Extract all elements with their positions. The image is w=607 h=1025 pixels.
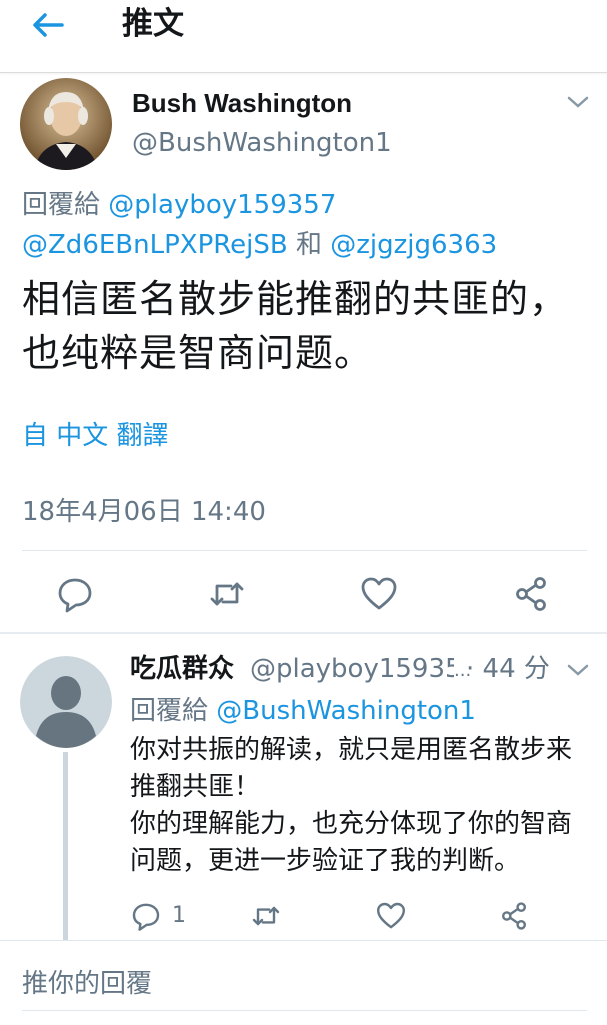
page-title: 推文 <box>122 6 184 42</box>
reply-count: 1 <box>172 903 186 928</box>
author-name[interactable]: Bush Washington <box>132 86 352 120</box>
reply-and: 和 <box>295 230 322 260</box>
divider <box>22 1010 587 1011</box>
retweet-icon[interactable] <box>207 574 247 614</box>
avatar[interactable] <box>20 78 112 170</box>
reply-label: 回覆給 <box>22 190 101 220</box>
chevron-down-icon[interactable] <box>566 92 590 112</box>
tweet-text-line: 你对共振的解读，就只是用匿名散步来推翻共匪！ <box>130 735 573 802</box>
heart-icon[interactable] <box>375 900 407 932</box>
mention-link[interactable]: @playboy159357 <box>108 190 336 220</box>
tweet-text: 相信匿名散步能推翻的共匪的，也纯粹是智商问题。 <box>22 277 569 375</box>
reply-icon[interactable] <box>55 574 95 614</box>
mention-link[interactable]: @BushWashington1 <box>216 696 476 726</box>
reply-input[interactable]: 推你的回覆 <box>22 964 562 1004</box>
share-icon[interactable] <box>498 900 530 932</box>
tweet-timestamp: 18年4月06日 14:40 <box>22 497 266 527</box>
reply-context: 回覆給 @BushWashington1 <box>130 692 476 730</box>
mention-link[interactable]: @Zd6EBnLPXPRejSB <box>22 230 288 260</box>
default-avatar-icon[interactable] <box>20 656 112 748</box>
author-handle[interactable]: @playboy159357 <box>250 650 454 688</box>
back-arrow-icon[interactable] <box>28 8 68 42</box>
reply-label: 回覆給 <box>130 696 209 726</box>
author-name[interactable]: 吃瓜群众 <box>130 650 234 688</box>
translate-link[interactable]: 自 中文 翻譯 <box>22 418 169 454</box>
mention-link[interactable]: @zjgzjg6363 <box>330 230 497 260</box>
heart-icon[interactable] <box>359 574 399 614</box>
reply-icon[interactable] <box>130 900 162 932</box>
author-handle[interactable]: @BushWashington1 <box>132 126 392 160</box>
tweet-age: · 44 分 <box>466 654 550 684</box>
reply-context: 回覆給 @playboy159357 <box>22 187 336 223</box>
reply-context-continued: @Zd6EBnLPXPRejSB 和 @zjgzjg6363 <box>22 227 497 263</box>
tweet-text: 你对共振的解读，就只是用匿名散步来推翻共匪！ 你的理解能力，也充分体现了你的智商… <box>130 732 590 880</box>
divider <box>22 550 587 551</box>
section-separator <box>0 632 607 634</box>
retweet-icon[interactable] <box>250 900 282 932</box>
thread-line <box>63 752 68 940</box>
top-bar <box>0 0 607 73</box>
share-icon[interactable] <box>511 574 551 614</box>
chevron-down-icon[interactable] <box>566 660 590 680</box>
tweet-text-line: 你的理解能力，也充分体现了你的智商问题，更进一步验证了我的判断。 <box>130 809 573 876</box>
